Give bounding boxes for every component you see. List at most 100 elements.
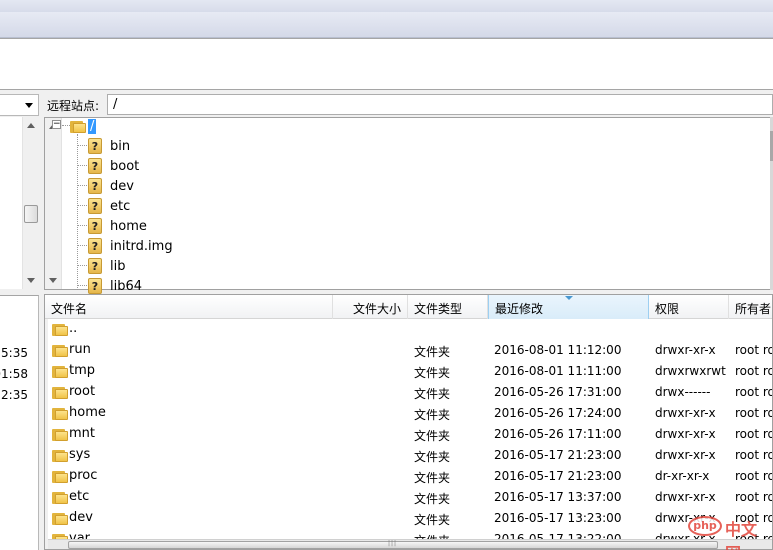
file-name: run — [69, 342, 91, 357]
tree-item[interactable]: ? initrd.img — [88, 236, 175, 256]
folder-icon — [52, 323, 68, 336]
remote-tree-scrollbar[interactable] — [45, 118, 62, 289]
file-modified: 2016-08-01 11:11:00 — [494, 364, 622, 378]
remote-site-bar: 远程站点: / — [44, 93, 773, 117]
tree-connector — [78, 225, 87, 226]
remote-path-input[interactable]: / — [107, 94, 773, 115]
scroll-down-icon[interactable] — [27, 278, 35, 283]
file-permissions: drwxr-xr-x — [655, 406, 716, 420]
file-owner: root ro — [735, 364, 773, 378]
file-type: 文件夹 — [414, 471, 451, 485]
file-modified: 2016-05-26 17:31:00 — [494, 385, 622, 399]
tree-item[interactable]: ? bin — [88, 136, 132, 156]
file-type: 文件夹 — [414, 387, 451, 401]
file-name: home — [69, 405, 106, 420]
php-logo-icon: php — [688, 516, 722, 536]
table-row[interactable]: mnt 文件夹 2016-05-26 17:11:00 drwxr-xr-x root … — [45, 424, 773, 445]
file-owner: root ro — [735, 427, 773, 441]
tree-item[interactable]: ? boot — [88, 156, 141, 176]
local-site-combo[interactable] — [0, 94, 39, 116]
table-row[interactable]: root 文件夹 2016-05-26 17:31:00 drwx------ root… — [45, 382, 772, 403]
tree-item-label: lib — [110, 258, 126, 274]
file-permissions: drwxr-xr-x — [655, 427, 716, 441]
tree-item[interactable]: ? dev — [88, 176, 136, 196]
tree-item[interactable]: ? home — [88, 216, 149, 236]
file-owner: root ro — [735, 469, 773, 483]
chevron-down-icon[interactable] — [25, 103, 33, 108]
tree-connector — [78, 265, 87, 266]
file-modified: 2016-05-17 13:23:00 — [494, 511, 622, 525]
question-folder-icon: ? — [88, 238, 102, 254]
tree-item[interactable]: ? etc — [88, 196, 132, 216]
tree-connector — [78, 205, 87, 206]
table-row[interactable]: sys 文件夹 2016-05-17 21:23:00 drwxr-xr-x root … — [45, 445, 773, 466]
scroll-down-icon[interactable] — [49, 278, 57, 283]
local-tree-scrollbar[interactable] — [22, 117, 39, 289]
file-permissions: drwxr-xr-x — [655, 343, 716, 357]
local-file-time: 01:58 — [0, 367, 28, 381]
tree-connector — [78, 245, 87, 246]
folder-icon — [52, 512, 68, 525]
file-permissions: drwx------ — [655, 385, 711, 399]
table-row[interactable]: etc 文件夹 2016-05-17 13:37:00 drwxr-xr-x root … — [45, 487, 773, 508]
file-modified: 2016-05-17 21:23:00 — [494, 448, 622, 462]
tree-connector — [78, 165, 87, 166]
local-file-time: 15:35 — [0, 346, 28, 360]
file-name: root — [69, 384, 96, 399]
column-filesize[interactable]: 文件大小 — [333, 295, 408, 319]
tree-connector — [77, 134, 78, 290]
question-folder-icon: ? — [88, 158, 102, 174]
file-type: 文件夹 — [414, 450, 451, 464]
column-permissions[interactable]: 权限 — [649, 295, 729, 319]
question-folder-icon: ? — [88, 218, 102, 234]
table-row[interactable]: tmp 文件夹 2016-08-01 11:11:00 drwxrwxrwt root … — [45, 361, 773, 382]
tree-item[interactable]: ? lib64 — [88, 276, 144, 296]
remote-directory-tree[interactable] — [44, 117, 773, 290]
remote-file-list[interactable]: 文件名 文件大小 文件类型 最近修改 权限 所有者 .. run 文件夹 2016-0… — [44, 294, 773, 550]
horizontal-scrollbar[interactable]: ||| — [48, 539, 772, 549]
file-name: sys — [69, 447, 91, 462]
file-owner: root ro — [735, 343, 773, 357]
column-filename[interactable]: 文件名 — [45, 295, 333, 319]
folder-icon — [52, 365, 68, 378]
table-row[interactable]: run 文件夹 2016-08-01 11:12:00 drwxr-xr-x root … — [45, 340, 773, 361]
file-type: 文件夹 — [414, 429, 451, 443]
file-name: etc — [69, 489, 90, 504]
tree-item-label: dev — [110, 178, 134, 194]
scroll-grip-icon: ||| — [388, 540, 398, 547]
column-filetype[interactable]: 文件类型 — [408, 295, 488, 319]
folder-icon — [52, 470, 68, 483]
table-row[interactable]: home 文件夹 2016-05-26 17:24:00 drwxr-xr-x root… — [45, 403, 772, 424]
scroll-thumb[interactable] — [24, 205, 38, 223]
local-file-list[interactable]: 15:35 01:58 52:35 — [0, 295, 39, 550]
table-row[interactable]: dev 文件夹 2016-05-17 13:23:00 drwxr-xr-x root … — [45, 508, 772, 529]
tree-item-root[interactable]: / — [70, 116, 97, 136]
tree-connector — [62, 125, 70, 126]
folder-icon — [52, 428, 68, 441]
watermark-logo: php 中文网 — [688, 513, 768, 550]
collapse-icon[interactable]: − — [52, 120, 61, 129]
file-permissions: drwxr-xr-x — [655, 448, 716, 462]
table-row[interactable]: proc 文件夹 2016-05-17 21:23:00 dr-xr-xr-x root… — [45, 466, 773, 487]
folder-icon — [52, 386, 68, 399]
tree-item-label: home — [110, 218, 147, 234]
question-folder-icon: ? — [88, 278, 102, 294]
table-row[interactable]: .. — [45, 319, 772, 340]
file-name: proc — [69, 468, 98, 483]
tree-item[interactable]: ? lib — [88, 256, 127, 276]
local-file-time: 52:35 — [0, 388, 28, 402]
sort-descending-icon — [565, 296, 573, 300]
file-owner: root ro — [735, 448, 773, 462]
message-log[interactable] — [0, 38, 773, 90]
question-folder-icon: ? — [88, 178, 102, 194]
tree-item-label: bin — [110, 138, 131, 154]
file-name: .. — [69, 321, 78, 336]
scroll-up-icon[interactable] — [27, 123, 35, 128]
file-owner: root ro — [735, 490, 773, 504]
column-header: 文件名 文件大小 文件类型 最近修改 权限 所有者 — [45, 295, 772, 319]
file-permissions: drwxr-xr-x — [655, 490, 716, 504]
folder-icon — [52, 407, 68, 420]
folder-icon — [52, 491, 68, 504]
column-owner[interactable]: 所有者 — [729, 295, 772, 319]
question-folder-icon: ? — [88, 138, 102, 154]
